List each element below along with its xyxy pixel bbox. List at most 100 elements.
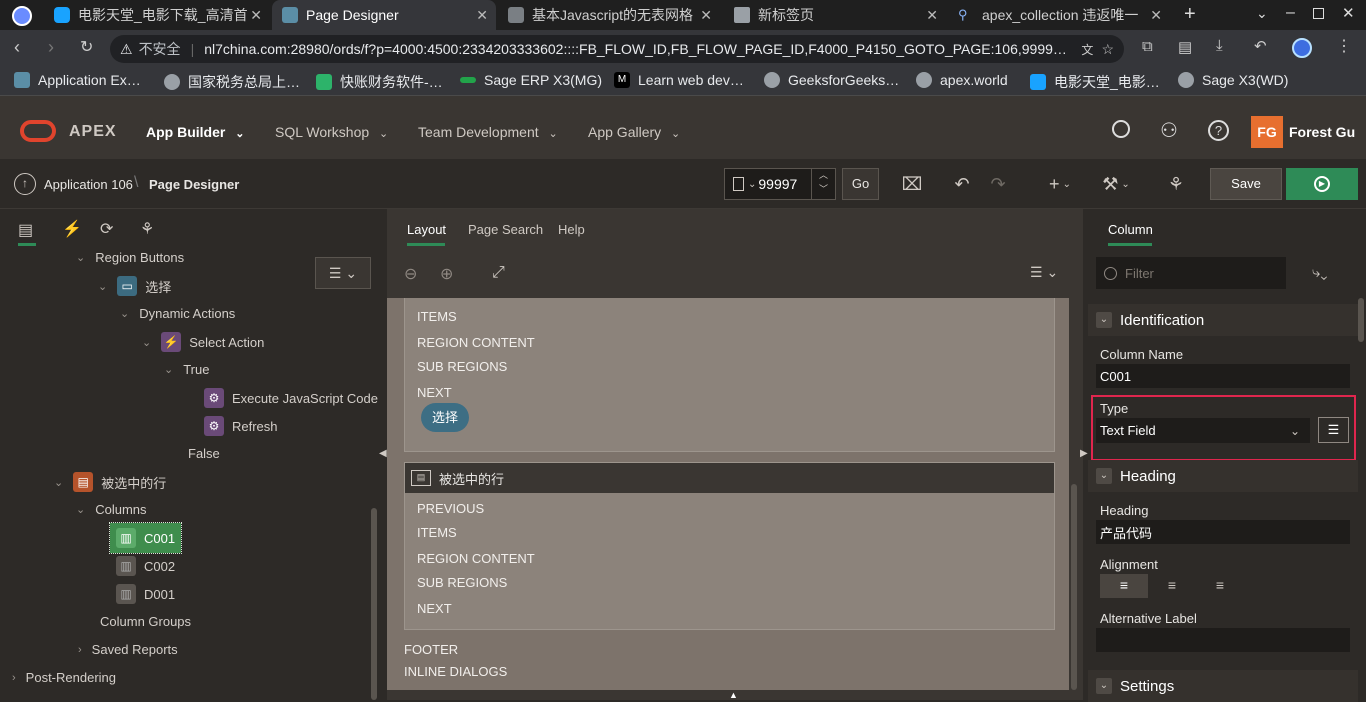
region-position-previous[interactable]: PREVIOUS [417, 501, 484, 516]
align-left-button[interactable]: ≡ [1100, 574, 1148, 598]
layout-region-buttons[interactable] [404, 298, 1055, 452]
tree-node-c002[interactable]: ▥ C002 [116, 556, 175, 576]
filter-input[interactable]: Filter [1096, 257, 1286, 289]
dynamic-actions-tab-icon[interactable]: ⚡ [62, 219, 82, 239]
breadcrumb-application[interactable]: Application 106 [44, 177, 133, 192]
forward-icon[interactable]: › [48, 37, 54, 58]
region-position-sub-regions[interactable]: SUB REGIONS [417, 575, 507, 590]
restore-icon[interactable] [1313, 8, 1324, 19]
layout-menu-icon[interactable]: ☰ ⌄ [1030, 264, 1058, 281]
menu-icon[interactable]: ⋮ [1336, 36, 1352, 56]
tree-node-button[interactable]: ⌄ ▭ 选择 [98, 276, 171, 296]
properties-scrollbar[interactable] [1358, 298, 1364, 342]
utilities-menu-icon[interactable]: ⚒ ⌄ [1096, 168, 1136, 200]
group-settings[interactable]: ⌄ Settings [1088, 670, 1358, 702]
run-button[interactable]: ▶ [1286, 168, 1358, 200]
alternative-label-field[interactable] [1096, 628, 1350, 652]
zoom-in-icon[interactable]: ⊕ [440, 264, 453, 284]
bookmark-item[interactable]: M Learn web dev… [614, 72, 744, 88]
tree-node-false[interactable]: False [188, 446, 220, 461]
shared-components-tab-icon[interactable]: ⚘ [140, 219, 154, 239]
list-picker-icon[interactable]: ☰ [1318, 417, 1349, 443]
oracle-logo-icon[interactable] [20, 120, 56, 142]
bookmark-item[interactable]: apex.world [916, 72, 1008, 88]
new-tab-button[interactable]: + [1184, 3, 1196, 26]
user-avatar[interactable]: FG [1251, 116, 1283, 148]
rendering-tab-icon[interactable]: ▤ [18, 220, 38, 239]
layout-select-button[interactable]: 选择 [421, 403, 469, 432]
translate-icon[interactable]: 文 [1081, 41, 1093, 58]
bookmark-item[interactable]: Application Ex… [14, 72, 141, 88]
undo-icon[interactable]: ↶ [946, 168, 978, 200]
close-tab-icon[interactable]: ✕ [926, 7, 938, 24]
page-selector[interactable]: ⌄ 99997 ︿ ﹀ [724, 168, 836, 200]
region-position-sub-regions[interactable]: SUB REGIONS [417, 359, 507, 374]
region-position-next[interactable]: NEXT [417, 385, 452, 400]
bookmark-item[interactable]: Sage X3(WD) [1178, 72, 1288, 88]
browser-tab[interactable]: ⚲ apex_collection 违返唯一 ✕ [948, 0, 1170, 30]
tree-node-column-groups[interactable]: Column Groups [100, 614, 191, 629]
search-icon[interactable] [1112, 120, 1130, 138]
bottom-splitter-arrow-icon[interactable]: ▲ [729, 690, 738, 700]
tree-node-execute-js[interactable]: ⚙ Execute JavaScript Code [204, 388, 378, 408]
tab-help[interactable]: Help [558, 222, 585, 237]
processing-tab-icon[interactable]: ⟳ [100, 219, 113, 239]
minimize-icon[interactable]: – [1286, 4, 1295, 22]
help-icon[interactable]: ? [1208, 120, 1229, 141]
tree-node-d001[interactable]: ▥ D001 [116, 584, 175, 604]
tree-node-saved-reports[interactable]: › Saved Reports [78, 642, 178, 657]
nav-app-gallery[interactable]: App Gallery ⌄ [588, 124, 680, 140]
region-position-items[interactable]: ITEMS [417, 525, 457, 540]
zoom-out-icon[interactable]: ⊖ [404, 264, 417, 284]
splitter-arrow-icon[interactable]: ▶ [1080, 448, 1088, 459]
nav-sql-workshop[interactable]: SQL Workshop ⌄ [275, 124, 388, 140]
heading-field[interactable]: 产品代码 [1096, 520, 1350, 544]
shared-components-icon[interactable]: ⚘ [1160, 168, 1192, 200]
back-icon[interactable]: ‹ [14, 37, 20, 58]
align-center-button[interactable]: ≡ [1148, 574, 1196, 598]
group-identification[interactable]: ⌄ Identification [1088, 304, 1358, 336]
bookmark-item[interactable]: 快账财务软件-… [316, 72, 443, 92]
tree-node-select-action[interactable]: ⌄ ⚡ Select Action [142, 332, 264, 352]
close-tab-icon[interactable]: ✕ [700, 7, 712, 24]
redo-icon[interactable]: ↷ [982, 168, 1014, 200]
tree-node-refresh[interactable]: ⚙ Refresh [204, 416, 278, 436]
close-window-icon[interactable]: ✕ [1342, 4, 1355, 22]
star-icon[interactable]: ☆ [1101, 41, 1114, 58]
browser-tab[interactable]: 电影天堂_电影下载_高清首 ✕ [44, 0, 270, 30]
lock-page-icon[interactable]: ⌧ [896, 168, 928, 200]
up-arrow-icon[interactable]: ↑ [14, 173, 36, 195]
tree-node-dynamic-actions[interactable]: ⌄ Dynamic Actions [120, 306, 235, 321]
splitter-arrow-icon[interactable]: ◀ [379, 448, 387, 459]
close-tab-icon[interactable]: ✕ [476, 7, 488, 24]
extensions-icon[interactable]: ⧉ [1142, 38, 1153, 55]
tree-menu-button[interactable]: ☰ ⌄ [315, 257, 371, 289]
tree-node-true[interactable]: ⌄ True [164, 362, 209, 377]
go-button[interactable]: Go [842, 168, 879, 200]
region-position-items[interactable]: ITEMS [417, 309, 457, 324]
expand-icon[interactable]: ⤢ [492, 264, 505, 282]
tab-list-icon[interactable]: ⌄ [1256, 5, 1268, 22]
page-stepper[interactable]: ︿ ﹀ [811, 168, 835, 200]
tree-node-region[interactable]: ⌄ ▤ 被选中的行 [54, 472, 166, 492]
close-tab-icon[interactable]: ✕ [250, 7, 262, 24]
canvas-scrollbar[interactable] [1071, 484, 1077, 690]
region-position-content[interactable]: REGION CONTENT [417, 335, 535, 350]
url-bar[interactable]: ⚠ 不安全 | nl7china.com:28980/ords/f?p=4000… [110, 35, 1124, 63]
nav-team-development[interactable]: Team Development ⌄ [418, 124, 558, 140]
page-position-footer[interactable]: FOOTER [404, 642, 458, 657]
browser-profile-icon[interactable] [12, 6, 32, 26]
browser-tab[interactable]: 新标签页 ✕ [724, 0, 946, 30]
tree-node-c001-selected[interactable]: ▥ C001 [108, 522, 183, 554]
tab-page-search[interactable]: Page Search [468, 222, 543, 237]
bookmark-item[interactable]: 电影天堂_电影… [1030, 72, 1160, 92]
save-button[interactable]: Save [1210, 168, 1282, 200]
apex-logo-text[interactable]: APEX [69, 123, 117, 141]
admin-tools-icon[interactable]: ⚇ [1160, 118, 1178, 143]
download-icon[interactable]: ⤓ [1216, 37, 1223, 54]
reload-icon[interactable]: ↻ [80, 37, 93, 57]
group-heading[interactable]: ⌄ Heading [1088, 460, 1358, 492]
tree-node-columns[interactable]: ⌄ Columns [76, 502, 147, 517]
bookmark-item[interactable]: GeeksforGeeks… [764, 72, 899, 88]
align-right-button[interactable]: ≡ [1196, 574, 1244, 598]
